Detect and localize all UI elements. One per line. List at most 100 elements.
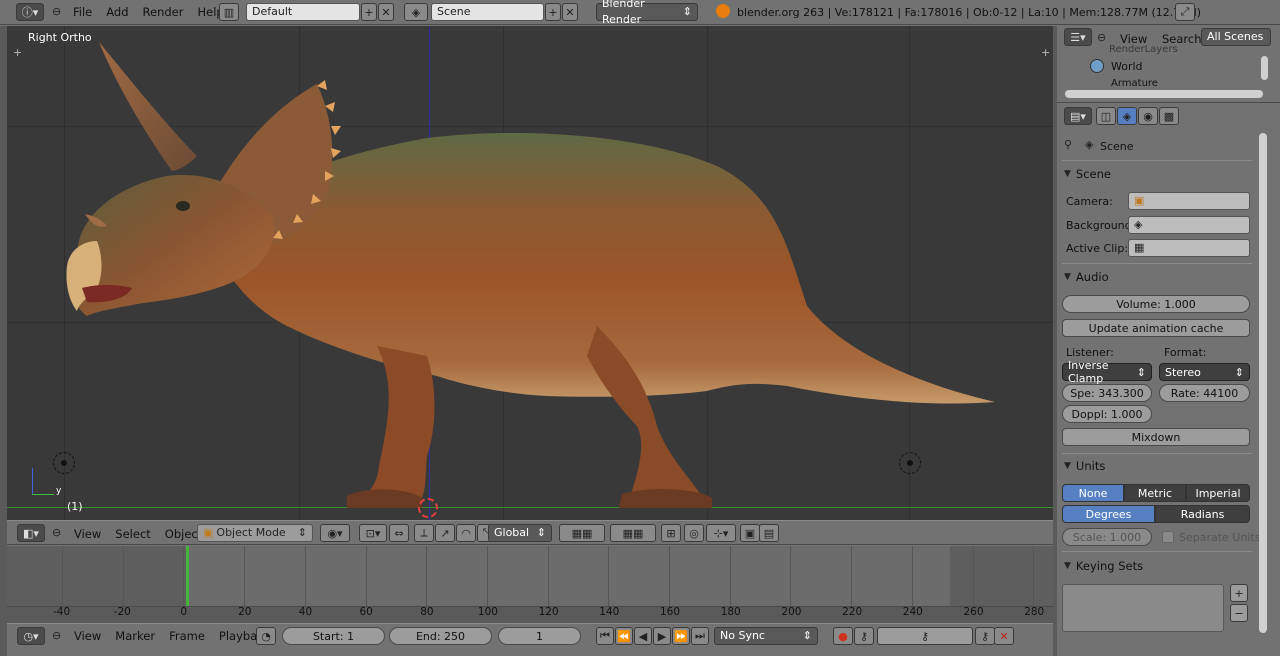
- triceratops-model[interactable]: [7, 26, 1053, 520]
- tl-menu-frame[interactable]: Frame: [162, 629, 212, 643]
- tl-menu-marker[interactable]: Marker: [108, 629, 162, 643]
- proportional-edit-icon[interactable]: ◎: [684, 524, 704, 542]
- scene-icon[interactable]: ◈: [404, 3, 428, 21]
- delete-keyframe-icon[interactable]: ✕: [994, 627, 1014, 645]
- menu-select[interactable]: Select: [108, 527, 157, 541]
- outliner-item-renderlayers[interactable]: RenderLayers: [1109, 44, 1178, 55]
- jump-keyframe-forward-icon[interactable]: ⏩: [672, 627, 690, 645]
- degrees-option[interactable]: Degrees: [1062, 505, 1155, 523]
- remove-layout-icon[interactable]: ✕: [378, 3, 394, 21]
- playhead[interactable]: [186, 546, 189, 606]
- 3d-viewport[interactable]: Right Ortho + + y (1): [7, 26, 1053, 520]
- timeline-editor[interactable]: -40 -20 0 20 40 60 80 100 120 140 160 180 200 220 240 2…: [7, 546, 1053, 623]
- editor-type-icon[interactable]: ◧▾: [17, 524, 45, 542]
- unit-none-option[interactable]: None: [1062, 484, 1124, 502]
- translate-icon[interactable]: ↗: [435, 524, 455, 542]
- distance-model-dropdown[interactable]: Inverse Clamp ⇕: [1062, 359, 1152, 385]
- collapse-timeline-menus-icon[interactable]: ⊖: [52, 629, 61, 642]
- menu-render[interactable]: Render: [136, 5, 191, 19]
- viewport-shading-icon[interactable]: ◉▾: [320, 524, 350, 542]
- layers-group-2[interactable]: ▦▦: [610, 524, 656, 542]
- texture-tab-icon[interactable]: ▩: [1159, 107, 1179, 125]
- pivot-point-icon[interactable]: ⊡▾: [359, 524, 387, 542]
- separate-units-checkbox[interactable]: [1162, 531, 1174, 543]
- doppler-factor-field[interactable]: Doppl: 1.000: [1062, 405, 1152, 423]
- menu-add[interactable]: Add: [99, 5, 135, 19]
- remove-scene-icon[interactable]: ✕: [562, 3, 578, 21]
- auto-keyframe-record-icon[interactable]: ●: [833, 627, 853, 645]
- collapse-menus-icon[interactable]: ⊖: [52, 526, 61, 539]
- end-frame-field[interactable]: End: 250: [389, 627, 492, 645]
- keying-sets-panel-header[interactable]: ▼ Keying Sets: [1064, 559, 1143, 573]
- render-engine-dropdown[interactable]: Blender Render ⇕: [596, 0, 698, 26]
- scene-panel-header[interactable]: ▼ Scene: [1064, 167, 1111, 181]
- manipulator-center-icon[interactable]: ⇔: [389, 524, 409, 542]
- rotate-icon[interactable]: ◠: [456, 524, 476, 542]
- info-editor-icon[interactable]: ⓘ▾: [16, 3, 44, 21]
- fullscreen-icon[interactable]: ⤢: [1175, 3, 1195, 21]
- render-anim-icon[interactable]: ▤: [759, 524, 779, 542]
- play-reverse-icon[interactable]: ◀: [634, 627, 652, 645]
- outliner-item-world[interactable]: World: [1111, 60, 1143, 73]
- mixdown-button[interactable]: Mixdown: [1062, 428, 1250, 446]
- 3d-cursor-icon[interactable]: [418, 498, 438, 518]
- properties-editor[interactable]: ▤▾ ◫ ◈ ◉ ▩ ⚲ ◈ Scene ▼ Scene Camera: ▣ B…: [1057, 102, 1280, 656]
- world-tab-icon[interactable]: ◉: [1138, 107, 1158, 125]
- volume-field[interactable]: Volume: 1.000: [1062, 295, 1250, 313]
- mode-dropdown[interactable]: ▣ Object Mode ⇕: [197, 524, 313, 542]
- keying-set-options-icon[interactable]: ⚷: [854, 627, 874, 645]
- insert-keyframe-icon[interactable]: ⚷: [975, 627, 995, 645]
- collapse-outliner-menus-icon[interactable]: ⊖: [1097, 31, 1106, 44]
- start-frame-field[interactable]: Start: 1: [282, 627, 385, 645]
- camera-field[interactable]: ▣: [1128, 192, 1250, 210]
- pin-icon[interactable]: ⚲: [1064, 138, 1072, 151]
- format-channels-dropdown[interactable]: Stereo ⇕: [1159, 363, 1250, 381]
- outliner-item-armature[interactable]: Armature: [1111, 78, 1158, 89]
- outliner-editor-type-icon[interactable]: ☰▾: [1064, 28, 1092, 46]
- menu-file[interactable]: File: [66, 5, 99, 19]
- current-frame-field[interactable]: 1: [498, 627, 581, 645]
- active-clip-field[interactable]: ▦: [1128, 239, 1250, 257]
- manipulator-toggle-icon[interactable]: ⟂: [414, 524, 434, 542]
- add-layout-icon[interactable]: +: [361, 3, 377, 21]
- radians-option[interactable]: Radians: [1155, 505, 1250, 523]
- unit-metric-option[interactable]: Metric: [1124, 484, 1186, 502]
- add-keying-set-icon[interactable]: +: [1230, 584, 1248, 602]
- mixrate-field[interactable]: Rate: 44100: [1159, 384, 1250, 402]
- screen-layout-icon[interactable]: ▥: [219, 3, 239, 21]
- remove-keying-set-icon[interactable]: −: [1230, 604, 1248, 622]
- render-tab-icon[interactable]: ◫: [1096, 107, 1116, 125]
- unit-scale-field[interactable]: Scale: 1.000: [1062, 528, 1152, 546]
- add-scene-icon[interactable]: +: [545, 3, 561, 21]
- scene-tab-icon[interactable]: ◈: [1117, 107, 1137, 125]
- tl-menu-view[interactable]: View: [67, 629, 108, 643]
- jump-end-icon[interactable]: ⏭: [691, 627, 709, 645]
- lock-layers-icon[interactable]: ⊞: [661, 524, 681, 542]
- keying-sets-list[interactable]: [1062, 584, 1224, 632]
- render-opengl-icon[interactable]: ▣: [740, 524, 760, 542]
- menu-view[interactable]: View: [67, 527, 108, 541]
- snap-icon[interactable]: ⊹▾: [706, 524, 736, 542]
- play-icon[interactable]: ▶: [653, 627, 671, 645]
- layers-group-1[interactable]: ▦▦: [559, 524, 605, 542]
- jump-keyframe-back-icon[interactable]: ⏪: [615, 627, 633, 645]
- audio-panel-header[interactable]: ▼ Audio: [1064, 270, 1109, 284]
- outliner[interactable]: ☰▾ ⊖ View Search All Scenes RenderLayers…: [1057, 26, 1280, 102]
- sync-mode-dropdown[interactable]: No Sync ⇕: [714, 627, 818, 645]
- update-animation-cache-button[interactable]: Update animation cache: [1062, 319, 1250, 337]
- outliner-vscrollbar[interactable]: [1261, 56, 1268, 80]
- properties-editor-type-icon[interactable]: ▤▾: [1064, 107, 1092, 125]
- unit-imperial-option[interactable]: Imperial: [1186, 484, 1250, 502]
- frame-ruler[interactable]: [7, 606, 1053, 623]
- collapse-icon[interactable]: ⊖: [52, 5, 61, 18]
- background-scene-field[interactable]: ◈: [1128, 216, 1250, 234]
- properties-scrollbar[interactable]: [1259, 133, 1267, 633]
- timeline-editor-type-icon[interactable]: ◷▾: [17, 627, 45, 645]
- jump-start-icon[interactable]: ⏮: [596, 627, 614, 645]
- transform-orientation-dropdown[interactable]: Global ⇕: [488, 524, 552, 542]
- screen-layout-field[interactable]: Default: [246, 3, 360, 21]
- preview-range-icon[interactable]: ◔: [256, 627, 276, 645]
- outliner-filter-dropdown[interactable]: All Scenes: [1201, 28, 1271, 46]
- scene-field[interactable]: Scene: [431, 3, 544, 21]
- outliner-hscrollbar[interactable]: [1065, 90, 1263, 98]
